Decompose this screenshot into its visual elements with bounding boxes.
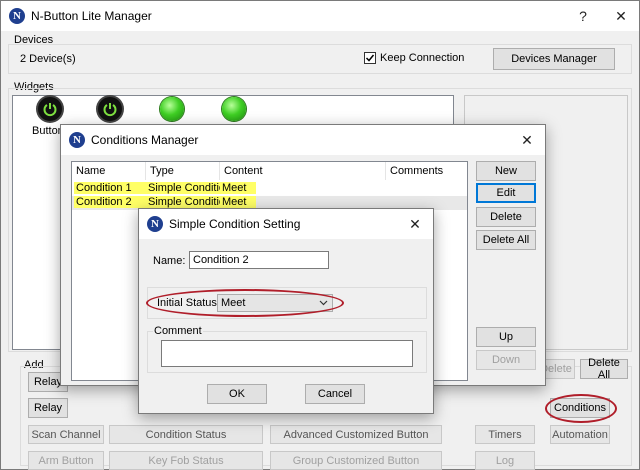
delete-all-widgets-button[interactable]: Delete All	[580, 357, 628, 381]
simple-condition-dialog: N Simple Condition Setting ✕ Name: Condi…	[138, 208, 434, 414]
conditions-manager-titlebar: N Conditions Manager ✕	[61, 125, 545, 155]
edit-button[interactable]: Edit	[476, 183, 536, 203]
power-symbol-icon	[103, 103, 117, 117]
close-icon[interactable]: ✕	[601, 1, 640, 31]
column-header-comments[interactable]: Comments	[386, 162, 468, 180]
column-header-name[interactable]: Name	[72, 162, 146, 180]
name-field[interactable]: Condition 2	[189, 251, 329, 269]
delete-button[interactable]: Delete	[476, 207, 536, 227]
row-name: Condition 1	[74, 182, 146, 194]
main-titlebar: N N-Button Lite Manager ? ✕	[1, 1, 639, 31]
column-header-type[interactable]: Type	[146, 162, 220, 180]
ok-button[interactable]: OK	[207, 384, 267, 404]
main-title: N-Button Lite Manager	[31, 9, 152, 23]
new-button[interactable]: New	[476, 161, 536, 181]
annotation-circle	[146, 289, 344, 317]
row-type: Simple Condition	[146, 182, 232, 194]
devices-manager-button[interactable]: Devices Manager	[493, 48, 615, 70]
up-button[interactable]: Up	[476, 327, 536, 347]
advanced-customized-button[interactable]: Advanced Customized Button	[270, 425, 442, 444]
table-row[interactable]: Condition 1 Simple Condition Meet	[72, 182, 467, 196]
row-name: Condition 2	[74, 196, 146, 208]
automation-button[interactable]: Automation	[550, 425, 610, 444]
power-button-icon[interactable]	[98, 97, 122, 121]
delete-all-button[interactable]: Delete All	[476, 230, 536, 250]
annotation-circle	[545, 394, 617, 423]
app-logo-icon: N	[9, 8, 25, 24]
app-logo-icon: N	[147, 216, 163, 232]
keep-connection-label: Keep Connection	[380, 52, 465, 64]
close-icon[interactable]: ✕	[395, 209, 435, 239]
down-button[interactable]: Down	[476, 350, 536, 370]
name-label: Name:	[153, 255, 186, 267]
keep-connection-checkbox[interactable]	[364, 52, 376, 64]
key-fob-status-button[interactable]: Key Fob Status	[109, 451, 263, 470]
simple-condition-titlebar: N Simple Condition Setting ✕	[139, 209, 433, 239]
column-header-content[interactable]: Content	[220, 162, 386, 180]
log-button[interactable]: Log	[475, 451, 535, 470]
close-icon[interactable]: ✕	[507, 125, 547, 155]
comment-label: Comment	[153, 325, 203, 337]
comment-field[interactable]	[161, 340, 413, 367]
arm-button[interactable]: Arm Button	[28, 451, 104, 470]
cancel-button[interactable]: Cancel	[305, 384, 365, 404]
name-field-value: Condition 2	[193, 254, 249, 266]
help-button[interactable]: ?	[563, 1, 603, 31]
simple-condition-title: Simple Condition Setting	[169, 217, 301, 231]
power-button-icon[interactable]	[38, 97, 62, 121]
status-light-icon[interactable]	[222, 97, 246, 121]
conditions-manager-title: Conditions Manager	[91, 133, 199, 147]
timers-button[interactable]: Timers	[475, 425, 535, 444]
power-symbol-icon	[43, 103, 57, 117]
scan-channel-button[interactable]: Scan Channel	[28, 425, 104, 444]
row-type: Simple Condition	[146, 196, 232, 208]
group-customized-button[interactable]: Group Customized Button	[270, 451, 442, 470]
check-icon	[365, 54, 375, 62]
app-logo-icon: N	[69, 132, 85, 148]
row-content: Meet	[220, 196, 256, 208]
condition-status-button[interactable]: Condition Status	[109, 425, 263, 444]
row-content: Meet	[220, 182, 256, 194]
device-count: 2 Device(s)	[20, 53, 76, 65]
relay-button-2[interactable]: Relay	[28, 398, 68, 418]
status-light-icon[interactable]	[160, 97, 184, 121]
